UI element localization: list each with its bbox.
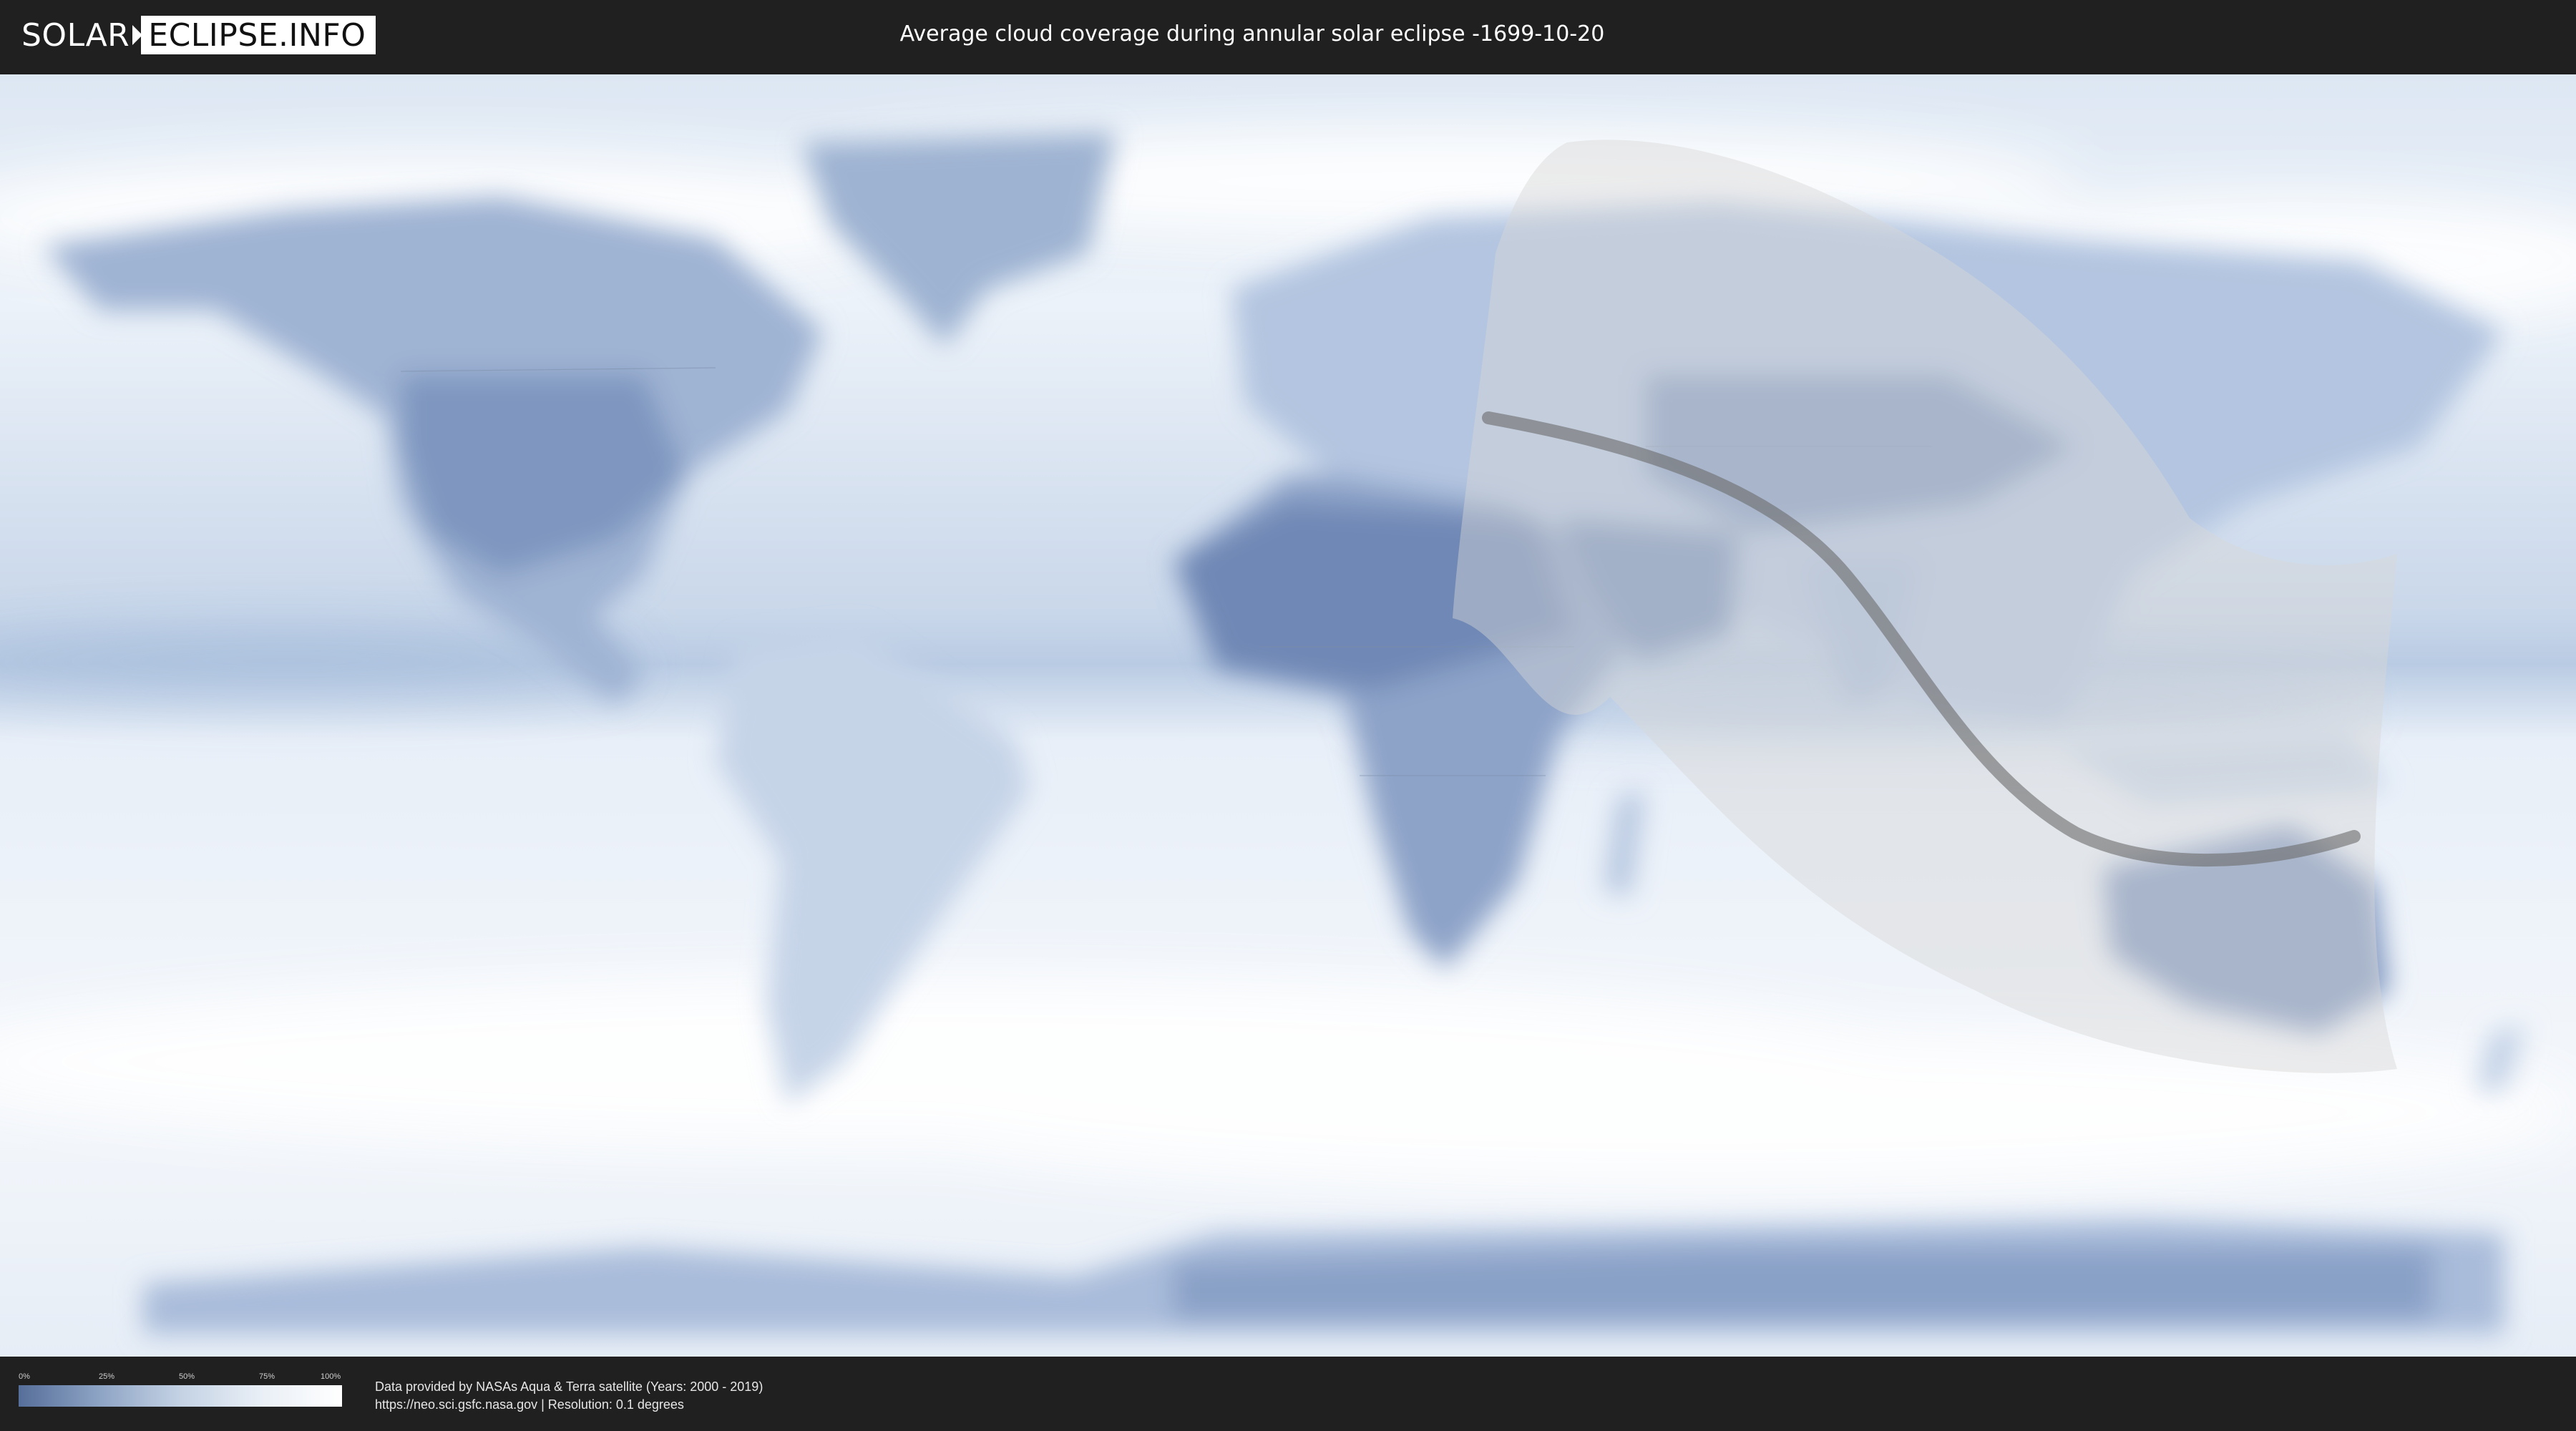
credit-line-source: Data provided by NASAs Aqua & Terra sate… <box>375 1379 763 1394</box>
legend-ticks: 0% 25% 50% 75% 100% <box>19 1372 342 1385</box>
cloud-coverage-map[interactable] <box>0 74 2576 1357</box>
world-map-svg <box>0 74 2576 1357</box>
legend-tick-0: 0% <box>19 1372 30 1381</box>
credit-line-url[interactable]: https://neo.sci.gsfc.nasa.gov | Resoluti… <box>375 1396 763 1414</box>
legend-gradient-bar <box>19 1385 342 1407</box>
data-credits: Data provided by NASAs Aqua & Terra sate… <box>375 1378 763 1414</box>
footer-bar: 0% 25% 50% 75% 100% Data provided by NAS… <box>0 1357 2576 1431</box>
east-antarctica-dry <box>1174 1248 2433 1319</box>
legend-tick-75: 75% <box>259 1372 275 1381</box>
logo-solar-text: SOLAR <box>21 16 130 54</box>
header-bar: SOLAR ECLIPSE.INFO Average cloud coverag… <box>0 0 2576 72</box>
legend-tick-25: 25% <box>99 1372 115 1381</box>
logo-eclipse-info-text: ECLIPSE.INFO <box>141 16 376 54</box>
site-logo[interactable]: SOLAR ECLIPSE.INFO <box>21 16 376 54</box>
legend-tick-100: 100% <box>321 1372 341 1381</box>
legend-tick-50: 50% <box>179 1372 195 1381</box>
page-title: Average cloud coverage during annular so… <box>899 21 1605 47</box>
cloud-coverage-legend: 0% 25% 50% 75% 100% <box>19 1372 342 1407</box>
